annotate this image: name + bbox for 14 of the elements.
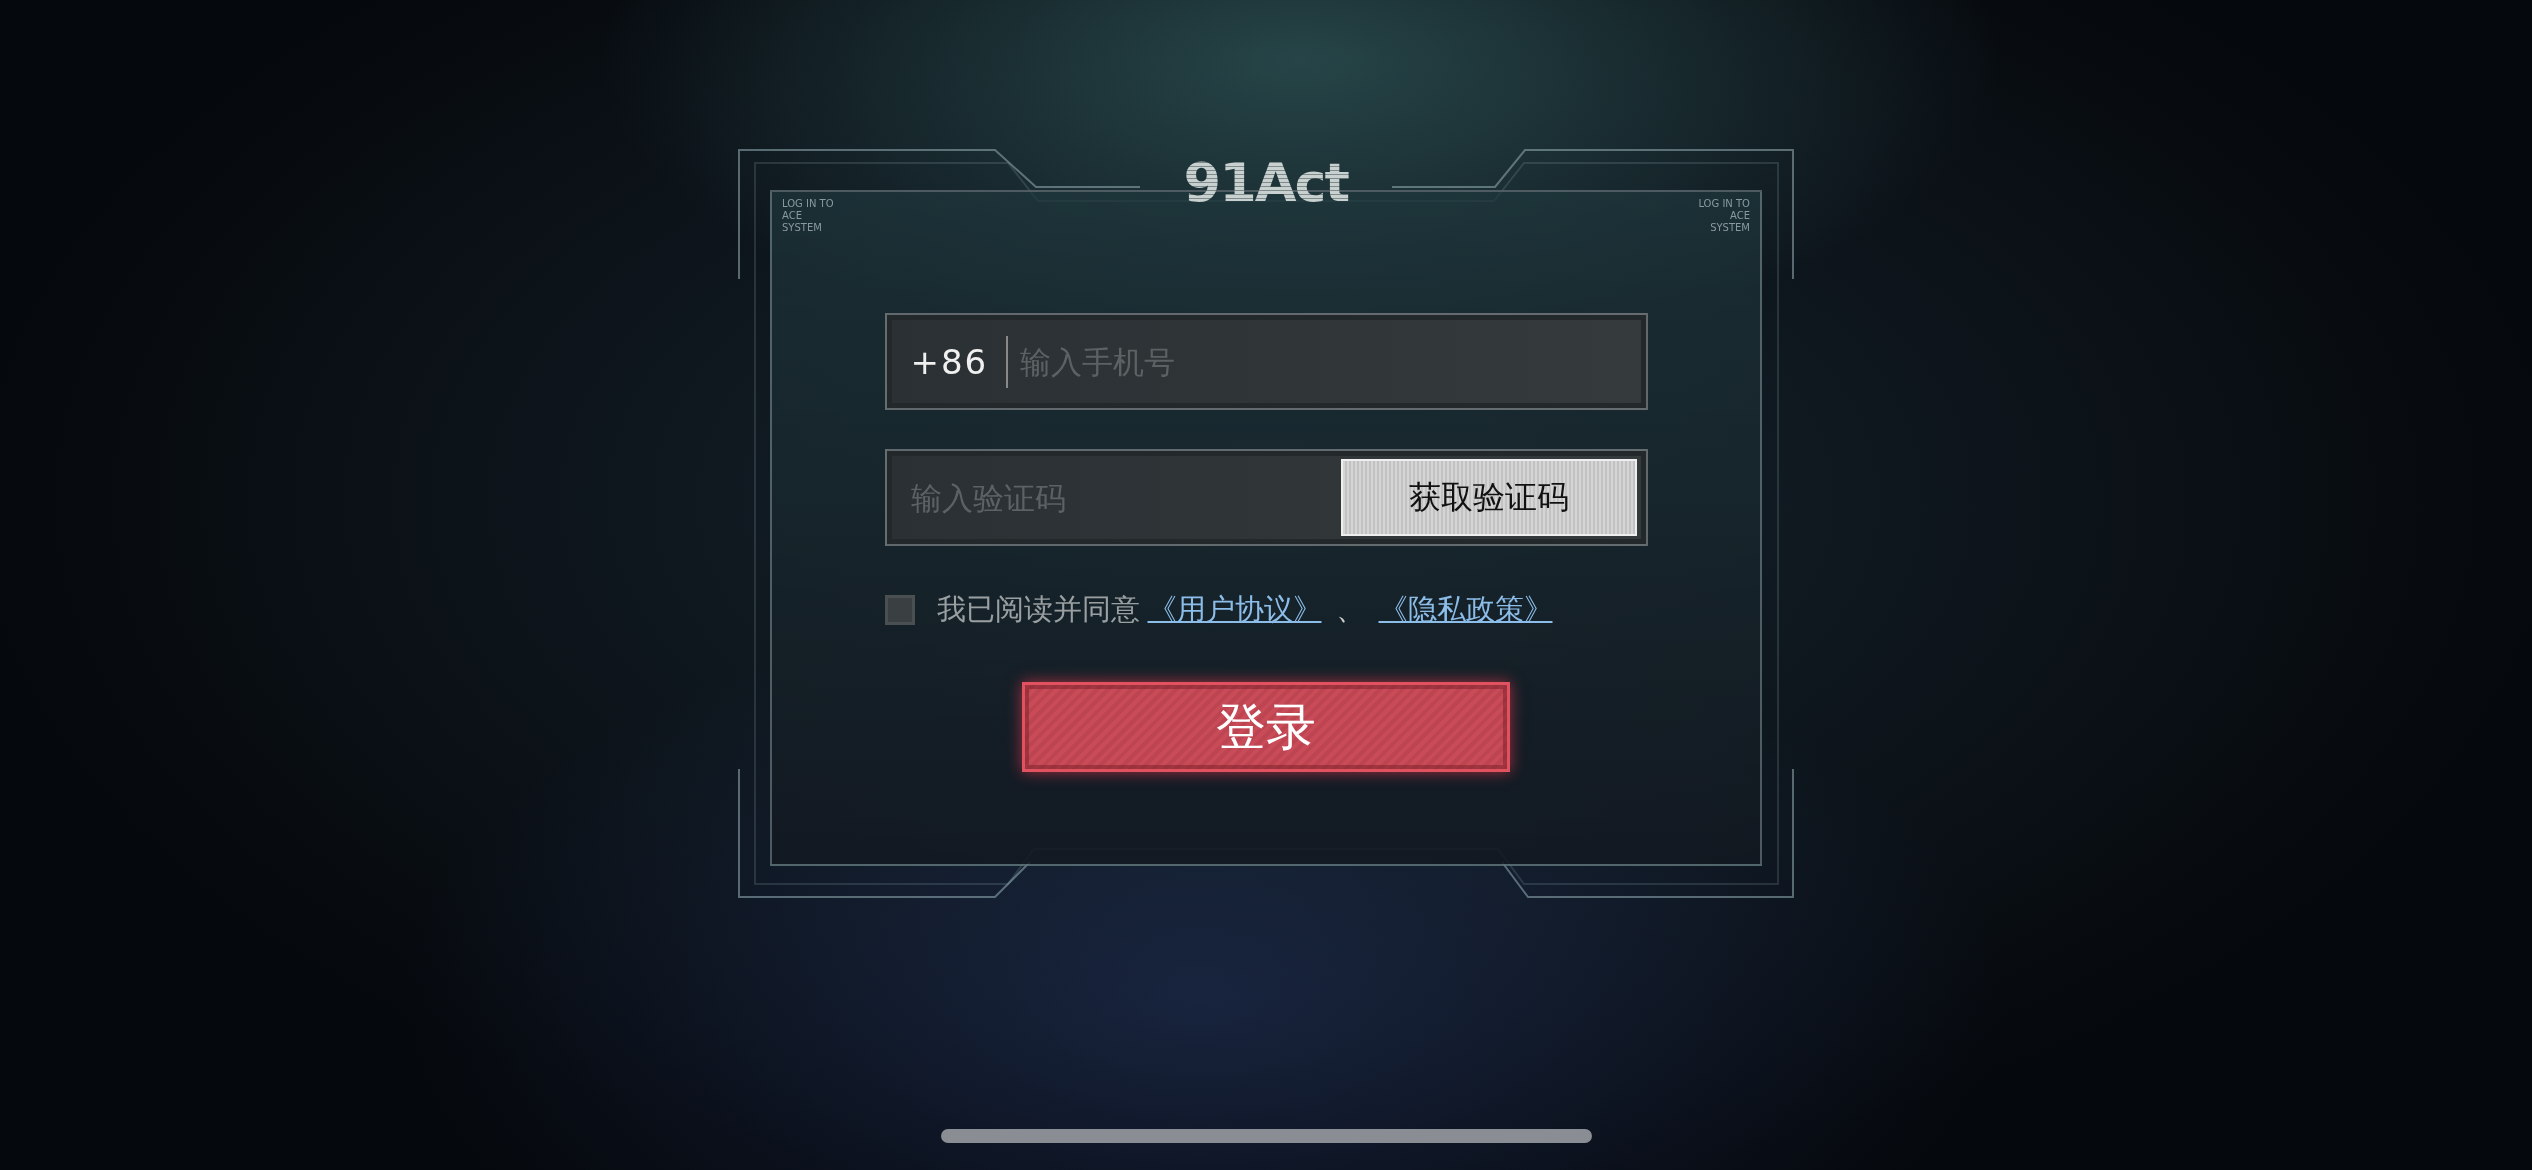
corner-caption: LOG IN TO <box>782 198 834 210</box>
corner-caption: LOG IN TO <box>1698 198 1750 210</box>
corner-caption: SYSTEM <box>1709 222 1750 234</box>
get-code-button[interactable]: 获取验证码 <box>1340 459 1637 536</box>
corner-caption: ACE <box>1729 210 1750 222</box>
separator: 、 <box>1335 591 1365 628</box>
corner-caption: ACE <box>782 210 803 222</box>
agreement-text: 我已阅读并同意 <box>936 591 1140 628</box>
privacy-policy-link[interactable]: 《隐私政策》 <box>1378 590 1553 630</box>
user-agreement-link[interactable]: 《用户协议》 <box>1147 590 1322 630</box>
agreement-checkbox[interactable] <box>884 595 915 625</box>
login-button[interactable]: 登录 <box>1022 682 1510 772</box>
corner-caption: SYSTEM <box>782 222 823 234</box>
country-code[interactable]: +86 <box>910 335 1009 388</box>
